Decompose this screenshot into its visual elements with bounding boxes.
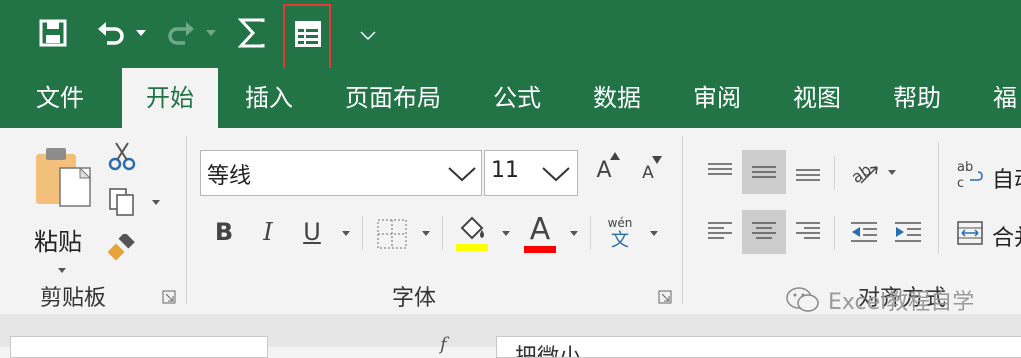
orientation-dropdown-icon[interactable] [888,170,896,175]
font-group-label: 字体 [392,286,437,311]
underline-button[interactable]: U [294,212,330,252]
phonetic-dropdown-icon[interactable] [650,231,658,236]
function-icon[interactable]: f [440,334,447,355]
phonetic-bottom-label: 文 [611,230,629,251]
chevron-down-icon [542,167,570,182]
copy-icon[interactable] [106,186,138,218]
quick-access-toolbar [0,0,1021,73]
font-size-value: 11 [491,158,519,183]
fill-color-dropdown-icon[interactable] [502,231,510,236]
tab-insert[interactable]: 插入 [245,68,293,128]
tab-page-layout[interactable]: 页面布局 [345,68,441,128]
clipboard-icon [36,148,92,207]
tab-formulas[interactable]: 公式 [493,68,541,128]
borders-dropdown-icon[interactable] [422,231,430,236]
chevron-down-icon [448,167,476,182]
ribbon-tabs: 文件 开始 插入 页面布局 公式 数据 审阅 视图 帮助 福 [0,68,1021,128]
paste-dropdown-icon [58,268,66,273]
undo-icon[interactable] [94,18,128,48]
divider [938,142,939,254]
formula-bar: f 把微小 [0,314,1021,358]
font-color-button[interactable]: A [520,212,560,256]
font-color-dropdown-icon[interactable] [570,231,578,236]
formula-text: 把微小 [515,345,582,358]
paste-button[interactable]: 粘贴 [28,144,92,273]
customize-qat-icon[interactable] [356,26,380,44]
italic-button[interactable]: I [250,212,286,252]
decrease-font-size-button[interactable]: A [632,156,664,190]
cut-icon[interactable] [106,140,138,172]
shrink-font-label: A [642,163,654,183]
copy-dropdown-icon[interactable] [152,200,160,205]
tab-data[interactable]: 数据 [593,68,641,128]
redo-dropdown-icon[interactable] [204,28,218,38]
font-color-label: A [529,211,551,247]
underline-dropdown-icon[interactable] [342,231,350,236]
formula-input[interactable]: 把微小 [496,336,1021,358]
align-bottom-icon[interactable] [788,150,828,194]
tab-home[interactable]: 开始 [122,68,218,128]
align-right-icon[interactable] [788,210,828,254]
divider [834,156,835,190]
caret-down-icon [652,156,662,164]
align-top-icon[interactable] [700,150,740,194]
tab-view[interactable]: 视图 [793,68,841,128]
increase-indent-icon[interactable] [888,210,928,254]
align-center-icon[interactable] [742,210,786,254]
ribbon-home: 粘贴 剪贴板 等线 11 A A B I U A wén 文 字体 ab ab … [0,128,1021,316]
merge-center-label[interactable]: 合并 [992,220,1021,252]
phonetic-top-label: wén [607,216,633,230]
font-name-combo[interactable]: 等线 [200,150,482,196]
grow-font-label: A [596,157,612,183]
wechat-icon [786,287,819,312]
clipboard-launcher-icon[interactable] [162,290,176,304]
bold-button[interactable]: B [206,212,242,252]
borders-icon[interactable] [372,214,412,254]
font-color-swatch [524,246,556,253]
caret-up-icon [610,152,620,160]
divider [682,136,683,304]
font-name-value: 等线 [207,164,252,189]
watermark: Excel教程自学 [786,284,974,316]
format-painter-icon[interactable] [106,232,138,264]
name-box[interactable] [10,336,268,358]
autosum-icon[interactable] [236,16,268,50]
tab-file[interactable]: 文件 [36,68,84,128]
tab-more[interactable]: 福 [993,68,1017,128]
watermark-text: Excel教程自学 [828,290,975,315]
tab-review[interactable]: 审阅 [693,68,741,128]
align-left-icon[interactable] [700,210,740,254]
align-middle-icon[interactable] [742,150,786,194]
wrap-text-label[interactable]: 自动 [992,162,1021,194]
font-size-combo[interactable]: 11 [484,150,578,196]
divider [590,216,591,250]
font-launcher-icon[interactable] [658,290,672,304]
save-icon[interactable] [38,18,68,48]
wrap-text-icon[interactable]: ab c [954,156,986,192]
orientation-icon[interactable]: ab [846,152,882,192]
fill-color-icon[interactable] [452,212,492,256]
decrease-indent-icon[interactable] [844,210,884,254]
phonetic-button[interactable]: wén 文 [600,212,640,256]
form-icon[interactable] [292,18,324,50]
undo-dropdown-icon[interactable] [134,28,148,38]
divider [442,216,443,250]
divider [362,216,363,250]
clipboard-group-label: 剪贴板 [40,286,107,311]
increase-font-size-button[interactable]: A [588,152,620,188]
tab-help[interactable]: 帮助 [893,68,941,128]
divider [186,136,187,304]
redo-icon[interactable] [164,18,198,48]
svg-text:c: c [957,176,964,190]
paste-label: 粘贴 [34,228,82,256]
divider [834,216,835,250]
merge-center-icon[interactable] [954,216,986,250]
svg-text:ab: ab [957,160,973,175]
